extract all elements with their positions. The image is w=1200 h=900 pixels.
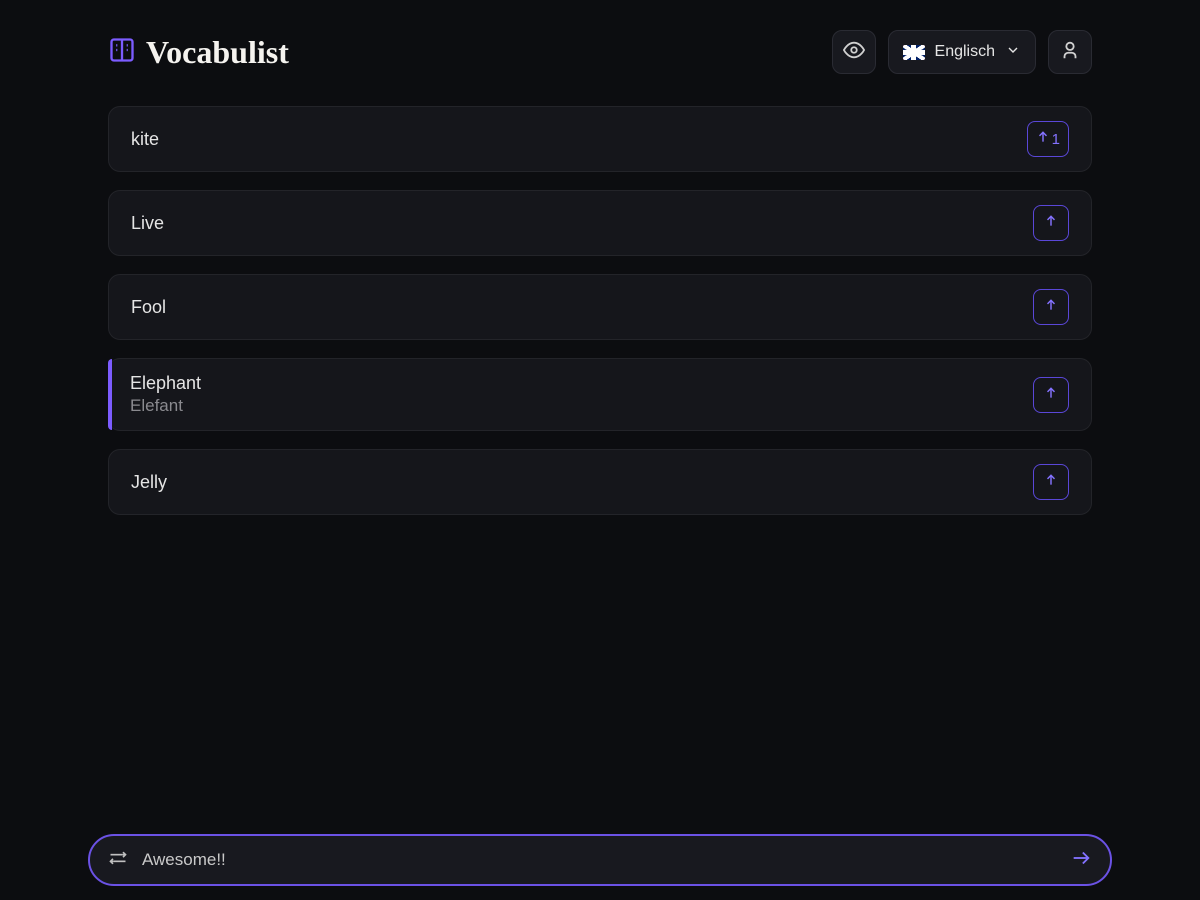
- upvote-button[interactable]: [1033, 205, 1069, 241]
- arrow-up-icon: [1044, 386, 1058, 404]
- vocab-word: kite: [131, 129, 159, 150]
- swap-icon[interactable]: [108, 848, 128, 873]
- eye-icon: [843, 39, 865, 66]
- vocab-word: Fool: [131, 297, 166, 318]
- user-icon: [1059, 39, 1081, 66]
- arrow-up-icon: [1044, 298, 1058, 316]
- upvote-button[interactable]: [1033, 289, 1069, 325]
- vocab-word: Live: [131, 213, 164, 234]
- header-controls: Englisch: [832, 30, 1092, 74]
- arrow-up-icon: [1044, 473, 1058, 491]
- upvote-button[interactable]: 1: [1027, 121, 1069, 157]
- vocab-word: Jelly: [131, 472, 167, 493]
- app-header: Vocabulist Englisch: [108, 30, 1092, 74]
- vocab-translation: Elefant: [130, 396, 201, 416]
- input-bar: [88, 834, 1112, 886]
- book-icon: [108, 36, 136, 69]
- submit-button[interactable]: [1070, 847, 1092, 874]
- logo: Vocabulist: [108, 34, 289, 71]
- vocab-text: kite: [131, 129, 159, 150]
- vocab-row[interactable]: Live: [108, 190, 1092, 256]
- profile-button[interactable]: [1048, 30, 1092, 74]
- arrow-up-icon: [1044, 214, 1058, 232]
- visibility-button[interactable]: [832, 30, 876, 74]
- vocab-list: kite 1 Live Fool ElephantElefant Jelly: [108, 106, 1092, 515]
- language-selector[interactable]: Englisch: [888, 30, 1036, 74]
- vocab-text: ElephantElefant: [130, 373, 201, 416]
- language-label: Englisch: [935, 43, 995, 61]
- vocab-row[interactable]: ElephantElefant: [108, 358, 1092, 431]
- arrow-up-icon: [1036, 130, 1050, 148]
- vocab-word: Elephant: [130, 373, 201, 394]
- vocab-row[interactable]: Fool: [108, 274, 1092, 340]
- upvote-button[interactable]: [1033, 464, 1069, 500]
- vote-count: 1: [1052, 131, 1060, 148]
- input-bar-container: [88, 834, 1112, 886]
- vocab-row[interactable]: Jelly: [108, 449, 1092, 515]
- vocab-text: Live: [131, 213, 164, 234]
- uk-flag-icon: [903, 45, 925, 60]
- vocab-input[interactable]: [142, 850, 1056, 870]
- chevron-down-icon: [1005, 42, 1021, 63]
- upvote-button[interactable]: [1033, 377, 1069, 413]
- vocab-row[interactable]: kite 1: [108, 106, 1092, 172]
- vocab-text: Jelly: [131, 472, 167, 493]
- vocab-text: Fool: [131, 297, 166, 318]
- app-title: Vocabulist: [146, 34, 289, 71]
